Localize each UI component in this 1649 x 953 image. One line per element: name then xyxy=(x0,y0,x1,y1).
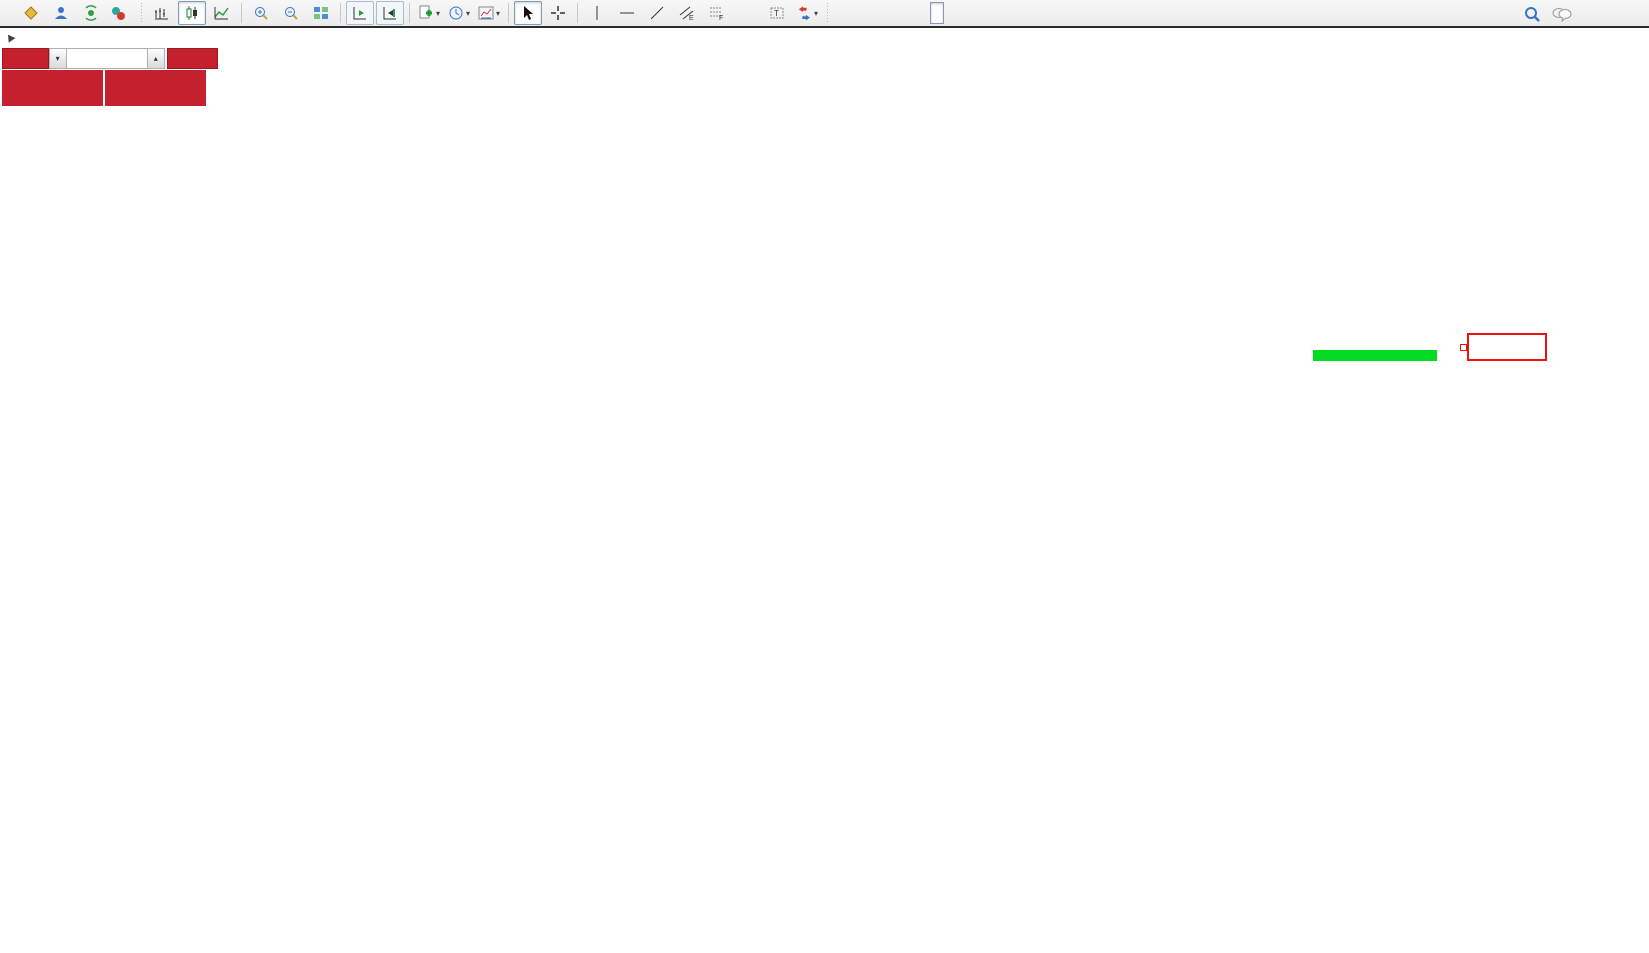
chart-canvas[interactable] xyxy=(0,0,1649,953)
tab-d1[interactable] xyxy=(930,2,944,24)
chat-icon[interactable] xyxy=(1548,2,1576,26)
cursor-tool-icon[interactable] xyxy=(514,1,542,25)
toolbar-separator xyxy=(241,3,242,23)
trade-zone-highlight[interactable] xyxy=(1313,350,1437,361)
autotrade-button[interactable] xyxy=(107,1,135,25)
chart-shift-icon[interactable] xyxy=(376,1,404,25)
tab-h4[interactable] xyxy=(914,2,928,24)
fibonacci-tool-icon[interactable]: F xyxy=(703,1,731,25)
vertical-line-tool-icon[interactable] xyxy=(583,1,611,25)
svg-text:F: F xyxy=(719,15,723,21)
toolbar: ▾ ▾ ▾ E F xyxy=(0,0,1649,28)
toolbar-grip xyxy=(825,3,830,23)
toolbar-separator xyxy=(508,3,509,23)
text-tool-icon[interactable] xyxy=(733,1,761,25)
svg-text:T: T xyxy=(774,9,779,18)
buy-price-button[interactable] xyxy=(105,70,206,106)
tab-m15[interactable] xyxy=(866,2,880,24)
tab-mn[interactable] xyxy=(962,2,976,24)
equidistant-channel-tool-icon[interactable]: E xyxy=(673,1,701,25)
auto-scroll-icon[interactable] xyxy=(346,1,374,25)
tile-windows-icon[interactable] xyxy=(307,1,335,25)
price-callout-box[interactable] xyxy=(1467,333,1547,361)
horizontal-line-tool-icon[interactable] xyxy=(613,1,641,25)
zoom-out-icon[interactable] xyxy=(277,1,305,25)
bar-chart-mode-icon[interactable] xyxy=(148,1,176,25)
chart-title xyxy=(6,32,26,44)
search-icon[interactable] xyxy=(1518,2,1546,26)
signals-icon[interactable] xyxy=(77,1,105,25)
buy-button[interactable] xyxy=(167,48,218,69)
crosshair-tool-icon[interactable] xyxy=(544,1,572,25)
one-click-trading-panel: ▾ ▴ xyxy=(2,48,218,106)
volume-increase-button[interactable]: ▴ xyxy=(147,48,165,69)
tab-h1[interactable] xyxy=(898,2,912,24)
new-chart-caret-icon: ▾ xyxy=(436,9,440,18)
trendline-tool-icon[interactable] xyxy=(643,1,671,25)
arrows-tool-icon[interactable]: ▾ xyxy=(793,1,821,25)
history-center-icon[interactable] xyxy=(17,1,45,25)
zoom-in-icon[interactable] xyxy=(247,1,275,25)
volume-input[interactable] xyxy=(67,48,147,69)
line-chart-mode-icon[interactable] xyxy=(208,1,236,25)
toolbar-separator xyxy=(577,3,578,23)
tab-m1[interactable] xyxy=(834,2,848,24)
sell-price-button[interactable] xyxy=(2,70,103,106)
volume-decrease-button[interactable]: ▾ xyxy=(49,48,67,69)
market-news-icon[interactable] xyxy=(47,1,75,25)
toolbar-separator xyxy=(409,3,410,23)
toolbar-separator xyxy=(340,3,341,23)
new-chart-button[interactable]: ▾ xyxy=(415,1,443,25)
sell-button[interactable] xyxy=(2,48,49,69)
candlestick-mode-icon[interactable] xyxy=(178,1,206,25)
chart-symbol-icon xyxy=(5,32,16,42)
arrows-caret-icon: ▾ xyxy=(814,9,818,18)
mt4-window: ▾ ▾ ▾ E F xyxy=(0,0,1649,953)
svg-text:E: E xyxy=(689,15,694,21)
period-selector-button[interactable]: ▾ xyxy=(445,1,473,25)
tab-m5[interactable] xyxy=(850,2,864,24)
toolbar-grip xyxy=(139,3,144,23)
template-button[interactable]: ▾ xyxy=(475,1,503,25)
text-label-tool-icon[interactable]: T xyxy=(763,1,791,25)
template-caret-icon: ▾ xyxy=(496,9,500,18)
new-order-button[interactable] xyxy=(0,1,15,25)
tab-m30[interactable] xyxy=(882,2,896,24)
period-caret-icon: ▾ xyxy=(466,9,470,18)
tab-w1[interactable] xyxy=(946,2,960,24)
